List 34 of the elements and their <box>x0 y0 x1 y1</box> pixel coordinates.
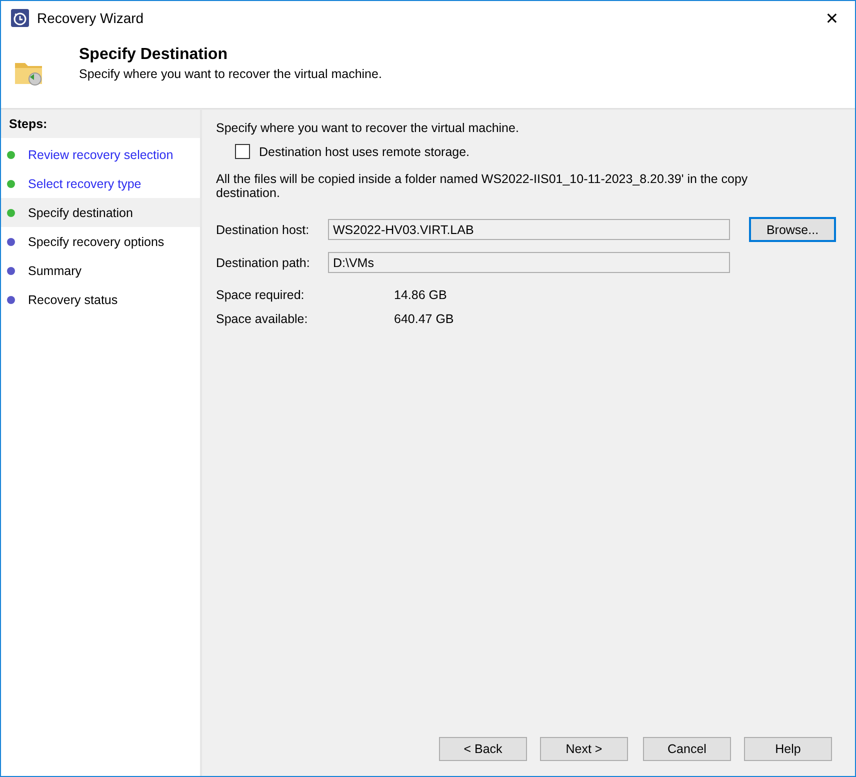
browse-button[interactable]: Browse... <box>749 217 836 242</box>
step-item[interactable]: Summary <box>1 256 200 285</box>
window-title: Recovery Wizard <box>37 10 144 26</box>
folder-note: All the files will be copied inside a folder named WS2022-IIS01_10-11-2023_8.20.39' in the copy destination. <box>216 172 749 200</box>
space-value: 640.47 GB <box>394 312 454 326</box>
step-label: Recovery status <box>28 292 118 306</box>
wizard-button[interactable]: Help <box>744 737 832 761</box>
step-item[interactable]: Specify destination <box>1 198 200 227</box>
step-label: Specify recovery options <box>28 234 164 248</box>
clock-icon <box>11 9 29 27</box>
step-label: Select recovery type <box>28 176 142 190</box>
field-label: Destination host: <box>216 222 310 236</box>
instruction-text: Specify where you want to recover the virtual machine. <box>216 121 520 135</box>
space-label: Space available: <box>216 312 309 326</box>
page-description: Specify where you want to recover the virtual machine. <box>79 67 382 81</box>
steps-heading: Steps: <box>1 110 200 138</box>
step-label: Review recovery selection <box>28 148 174 162</box>
wizard-button[interactable]: Cancel <box>643 737 731 761</box>
checkbox[interactable] <box>235 144 250 159</box>
checkbox-label: Destination host uses remote storage. <box>259 144 470 158</box>
step-item[interactable]: Specify recovery options <box>1 227 200 256</box>
step-label: Specify destination <box>28 206 133 220</box>
space-label: Space required: <box>216 288 306 302</box>
step-item[interactable]: Recovery status <box>1 285 200 314</box>
step-item[interactable]: Review recovery selection <box>1 140 200 169</box>
page-heading: Specify Destination <box>79 46 228 64</box>
wizard-button[interactable]: Next > <box>540 737 628 761</box>
wizard-button[interactable]: < Back <box>439 737 527 761</box>
host-field[interactable]: WS2022-HV03.VIRT.LAB <box>328 219 730 240</box>
step-label: Summary <box>28 264 82 278</box>
step-item[interactable]: Select recovery type <box>1 169 200 198</box>
space-value: 14.86 GB <box>394 288 447 302</box>
field-label: Destination path: <box>216 256 311 270</box>
path-field[interactable]: D:\VMs <box>328 252 730 273</box>
